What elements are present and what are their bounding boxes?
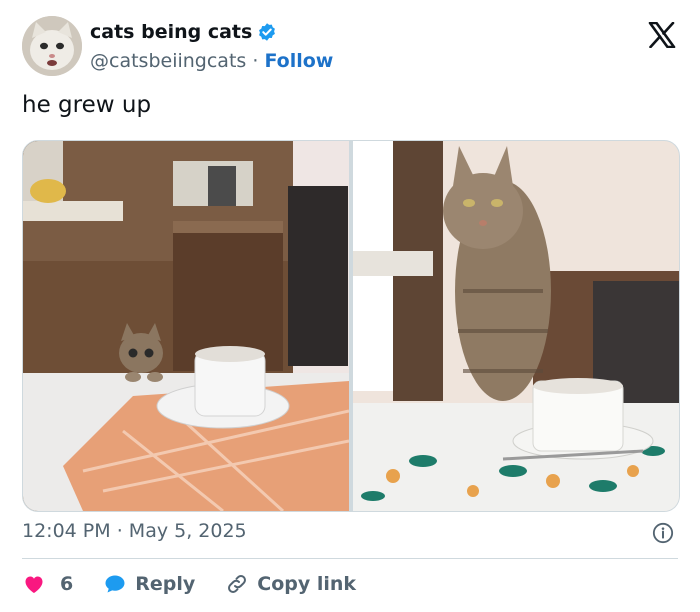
divider [22,558,678,559]
x-logo-icon[interactable] [648,22,676,48]
follow-button[interactable]: Follow [264,50,333,72]
photo-grown-cat[interactable] [353,141,679,511]
display-name[interactable]: cats being cats [90,21,252,43]
handle[interactable]: @catsbeiingcats [90,50,246,72]
info-icon[interactable] [652,522,674,544]
link-icon [228,575,247,593]
post-time: 12:04 PM [22,520,111,542]
reply-bubble-icon [105,575,125,593]
kitten-photo-image [23,141,349,511]
post-date: May 5, 2025 [128,520,247,542]
grown-cat-photo-image [353,141,679,511]
post-text: he grew up [22,92,152,118]
display-name-row: cats being cats [90,17,333,47]
photo-kitten[interactable] [23,141,349,511]
copy-link-label: Copy link [257,573,357,595]
author-names: cats being cats @catsbeiingcats · Follow [90,17,333,75]
reply-label: Reply [135,573,196,595]
avatar[interactable] [22,16,82,76]
heart-icon [25,576,43,593]
separator-dot: · [252,50,259,72]
post-header: cats being cats @catsbeiingcats · Follow [22,16,333,76]
handle-row: @catsbeiingcats · Follow [90,47,333,75]
verified-badge-icon [259,23,276,41]
post-card: cats being cats @catsbeiingcats · Follow… [0,0,700,612]
action-bar: 6 Reply Copy link [22,568,386,600]
like-count: 6 [60,573,74,595]
copy-link-button[interactable]: Copy link [225,572,356,596]
reply-button[interactable]: Reply [103,572,195,596]
post-timestamp[interactable]: 12:04 PM · May 5, 2025 [22,520,247,542]
like-button[interactable]: 6 [22,572,73,596]
media-grid [22,140,680,512]
avatar-image [22,16,82,76]
timestamp-separator: · [116,520,123,542]
